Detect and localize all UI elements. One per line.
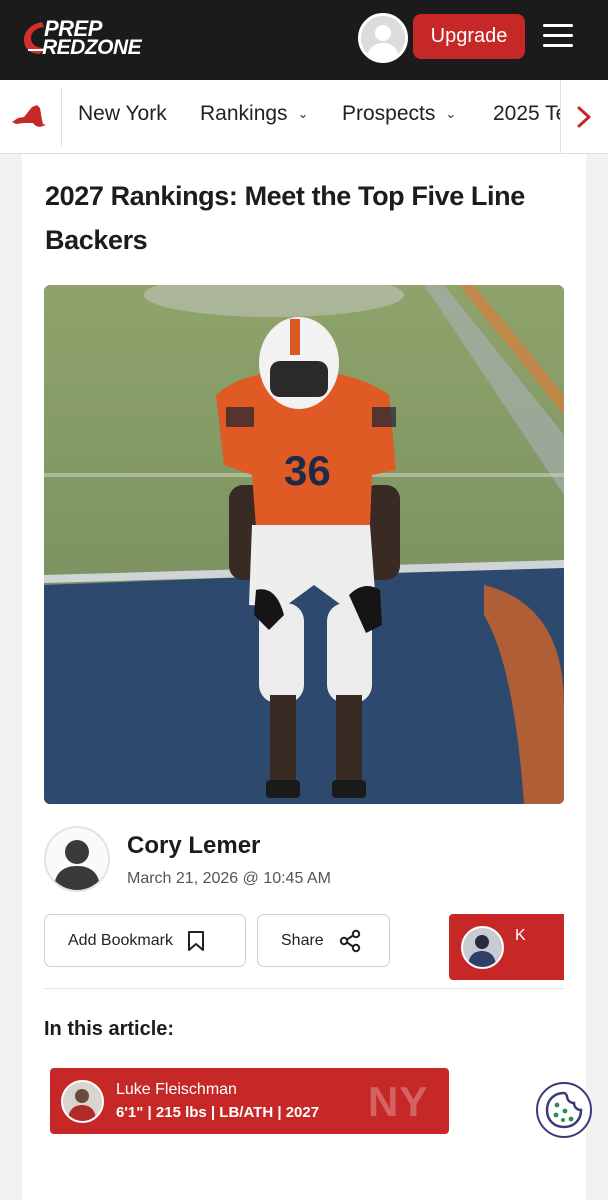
publish-date: March 21, 2026 @ 10:45 AM (127, 870, 331, 887)
upgrade-button[interactable]: Upgrade (413, 14, 525, 59)
chevron-down-icon: ⌄ (297, 106, 309, 121)
player-avatar (61, 1080, 104, 1123)
author-silhouette-icon (54, 840, 100, 890)
nav-item-new-york[interactable]: New York (78, 102, 167, 126)
article-title: 2027 Rankings: Meet the Top Five Line Ba… (45, 181, 525, 255)
chevron-right-icon[interactable] (576, 106, 592, 128)
player-state-badge: NY (368, 1078, 429, 1125)
chevron-down-icon: ⌄ (445, 106, 457, 121)
bookmark-label: Add Bookmark (68, 931, 173, 949)
logo-text-bottom: REDZONE (42, 36, 142, 59)
in-article-heading: In this article: (44, 1018, 175, 1040)
player-avatar (461, 926, 504, 969)
share-button[interactable]: Share (257, 914, 390, 967)
author-avatar[interactable] (44, 826, 110, 892)
author-name[interactable]: Cory Lemer (127, 832, 260, 860)
player-card[interactable]: Luke Fleischman 6'1" | 215 lbs | LB/ATH … (50, 1068, 449, 1134)
prep-redzone-logo[interactable]: PREP REDZONE (20, 16, 148, 60)
nav-item-prospects[interactable]: Prospects ⌄ (342, 102, 456, 126)
user-avatar[interactable] (358, 13, 408, 63)
nav-item-label: Rankings (200, 102, 288, 125)
cookie-icon (545, 1091, 583, 1129)
hamburger-menu-icon[interactable] (543, 24, 573, 50)
section-divider (44, 988, 564, 989)
player-name: Luke Fleischman (116, 1081, 237, 1098)
hero-image[interactable]: 36 (44, 285, 564, 804)
top-header: PREP REDZONE Upgrade (0, 0, 608, 80)
cookie-settings-button[interactable] (536, 1082, 592, 1138)
player-name-truncated: K (515, 927, 526, 944)
share-icon (338, 929, 362, 953)
player-meta: 6'1" | 215 lbs | LB/ATH | 2027 (116, 1104, 320, 1121)
share-label: Share (281, 931, 324, 949)
svg-text:36: 36 (284, 447, 331, 494)
hero-football-player-image: 36 (44, 285, 564, 804)
bookmark-icon (187, 930, 205, 952)
nav-item-2025-teams[interactable]: 2025 Te (493, 102, 567, 126)
user-avatar-icon (361, 16, 405, 60)
nav-item-label: Prospects (342, 102, 436, 125)
nav-item-label: New York (78, 102, 167, 125)
player-card[interactable]: K (449, 914, 564, 980)
nav-item-rankings[interactable]: Rankings ⌄ (200, 102, 308, 126)
nav-item-label: 2025 Te (493, 102, 568, 125)
new-york-state-icon[interactable] (10, 104, 48, 130)
nav-divider (61, 88, 62, 146)
add-bookmark-button[interactable]: Add Bookmark (44, 914, 246, 967)
article-container: 2027 Rankings: Meet the Top Five Line Ba… (22, 154, 586, 1200)
category-nav: New York Rankings ⌄ Prospects ⌄ 2025 Te (0, 80, 608, 154)
